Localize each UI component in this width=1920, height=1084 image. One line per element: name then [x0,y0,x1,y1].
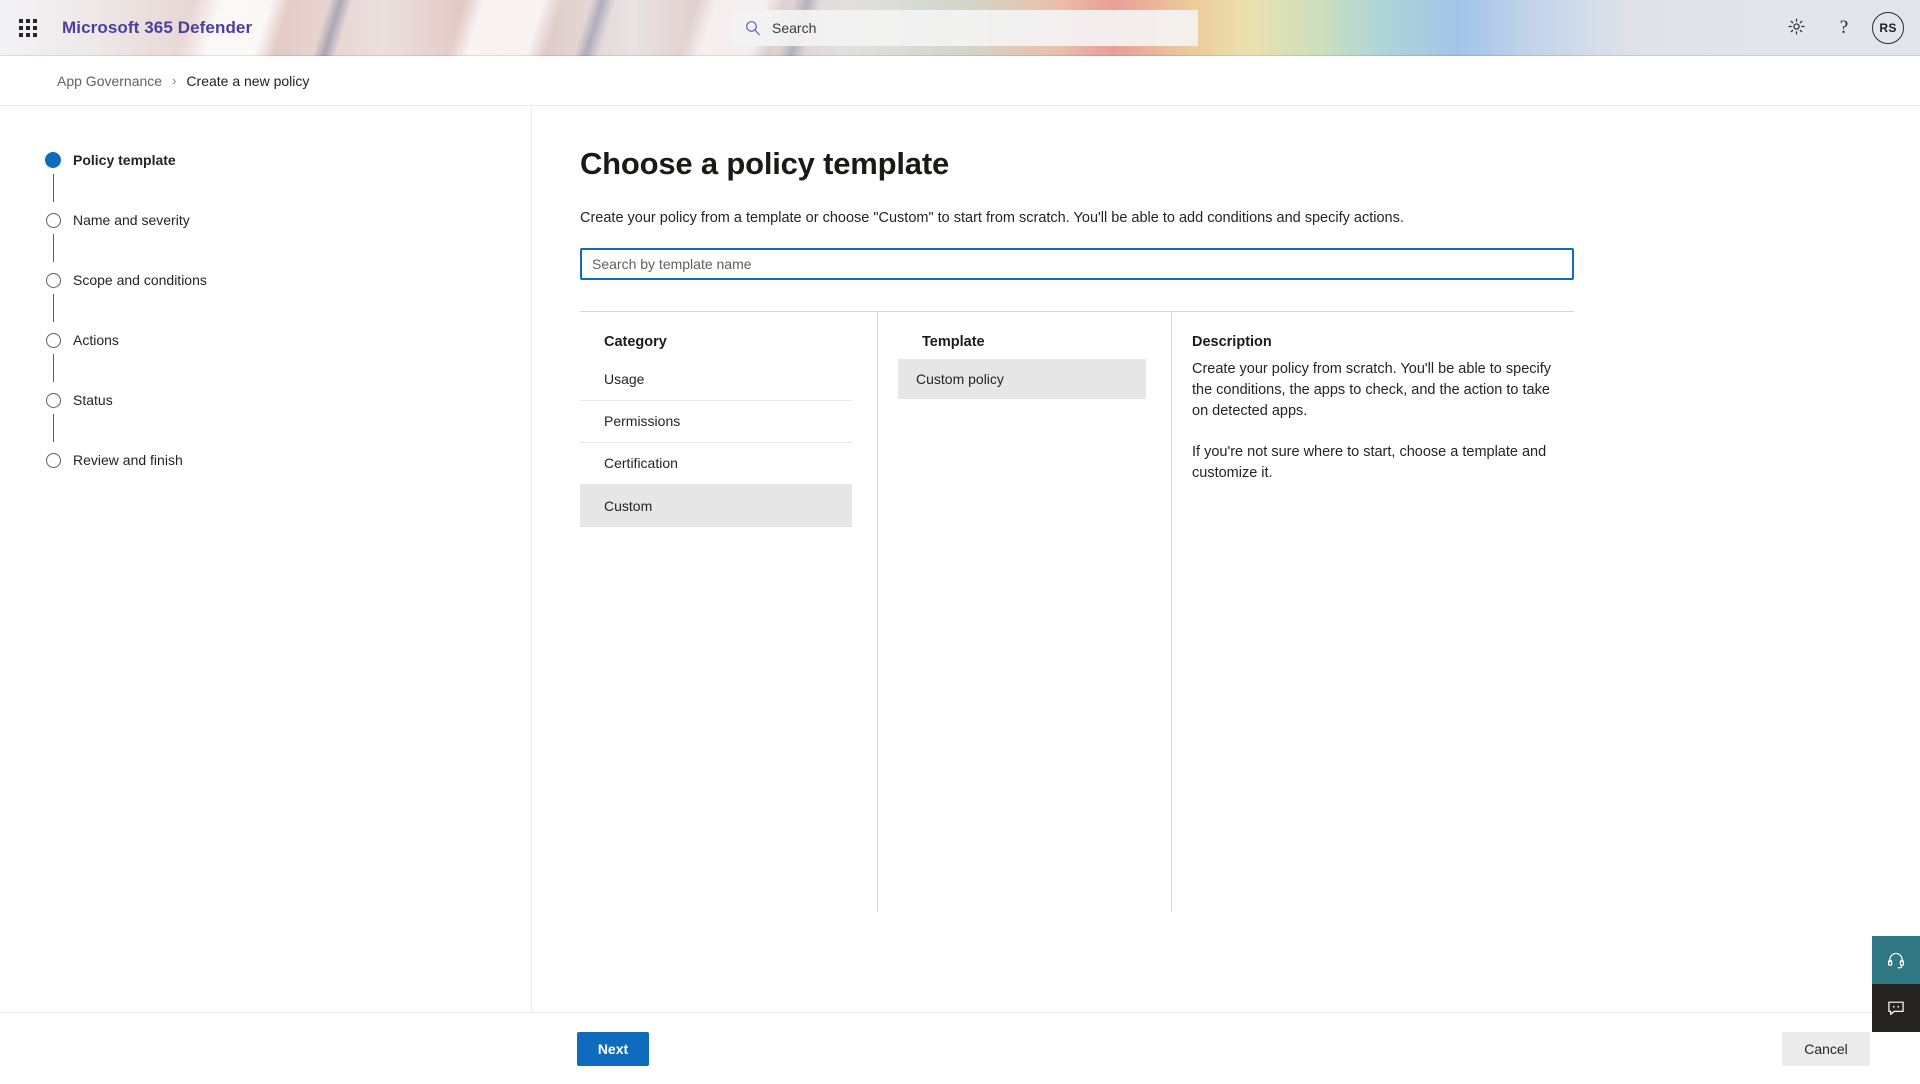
template-list: Custom policy [898,358,1146,399]
category-item-usage[interactable]: Usage [580,359,852,401]
support-button[interactable] [1872,936,1920,984]
description-paragraph: If you're not sure where to start, choos… [1192,443,1547,481]
wizard-step-label: Actions [73,332,119,348]
wizard-body: Policy template Name and severity Scope … [0,106,1920,1011]
next-button[interactable]: Next [577,1031,649,1066]
category-heading: Category [604,333,667,350]
category-item-label: Custom [604,497,653,514]
step-indicator-icon [46,332,61,348]
suite-title[interactable]: Microsoft 365 Defender [62,18,252,38]
page-title: Choose a policy template [580,146,950,181]
step-indicator-icon [46,212,61,228]
wizard-step-label: Name and severity [73,212,190,228]
step-indicator-icon [45,152,61,168]
wizard-step-review-and-finish[interactable]: Review and finish [0,444,531,476]
wizard-content-pane: Choose a policy template Create your pol… [532,106,1920,1011]
description-heading: Description [1192,333,1272,350]
feedback-button[interactable] [1872,984,1920,1032]
breadcrumb-item-app-governance[interactable]: App Governance [57,73,162,89]
template-column: Template Custom policy [878,311,1172,912]
category-column: Category Usage Permissions Certification… [580,311,878,912]
step-indicator-icon [46,272,61,288]
wizard-step-label: Review and finish [73,452,183,468]
settings-button[interactable] [1772,4,1820,52]
search-icon [744,19,762,37]
category-item-certification[interactable]: Certification [580,443,852,485]
wizard-step-actions[interactable]: Actions [0,324,531,382]
wizard-footer: Next Cancel [0,1012,1920,1084]
category-item-label: Usage [604,371,645,388]
template-item-custom-policy[interactable]: Custom policy [898,358,1146,399]
header-bottom-border [0,55,1920,56]
step-indicator-icon [46,392,61,408]
template-search-input[interactable] [580,247,1574,280]
template-picker-columns: Category Usage Permissions Certification… [580,311,1574,912]
wizard-step-scope-and-conditions[interactable]: Scope and conditions [0,264,531,322]
breadcrumb-separator-icon: › [172,73,177,88]
breadcrumb: App Governance › Create a new policy [0,56,1920,106]
category-item-custom[interactable]: Custom [580,484,852,527]
description-column: Description Create your policy from scra… [1172,312,1574,912]
global-search-box[interactable]: Search [732,10,1198,46]
floating-widget-stack [1872,936,1920,1032]
wizard-step-policy-template[interactable]: Policy template [0,144,531,202]
category-item-permissions[interactable]: Permissions [580,401,852,443]
question-mark-icon: ? [1839,17,1849,38]
template-heading: Template [922,333,985,350]
wizard-step-label: Status [73,392,113,408]
global-search-placeholder: Search [772,20,817,36]
step-indicator-icon [46,452,61,468]
page-subtitle: Create your policy from a template or ch… [580,209,1404,226]
help-button[interactable]: ? [1820,4,1868,52]
avatar[interactable]: RS [1872,12,1904,44]
suite-header: Microsoft 365 Defender Search ? RS [0,0,1920,56]
wizard-step-status[interactable]: Status [0,384,531,442]
wizard-step-label: Policy template [73,152,176,168]
headset-icon [1886,950,1906,970]
wizard-step-label: Scope and conditions [73,272,207,288]
category-list: Usage Permissions Certification Custom [580,359,852,527]
feedback-chat-icon [1886,998,1906,1018]
wizard-step-name-and-severity[interactable]: Name and severity [0,204,531,262]
category-item-label: Permissions [604,413,681,430]
wizard-step-nav: Policy template Name and severity Scope … [0,106,532,1011]
breadcrumb-item-create-a-new-policy: Create a new policy [186,72,310,89]
app-launcher-waffle-icon [19,19,37,37]
header-actions: ? RS [1772,0,1920,56]
description-paragraph: Create your policy from scratch. You'll … [1192,360,1552,419]
template-item-label: Custom policy [916,370,1004,387]
category-item-label: Certification [604,455,678,472]
cancel-button[interactable]: Cancel [1782,1031,1870,1066]
gear-icon [1787,17,1806,39]
app-launcher-button[interactable] [4,4,52,52]
